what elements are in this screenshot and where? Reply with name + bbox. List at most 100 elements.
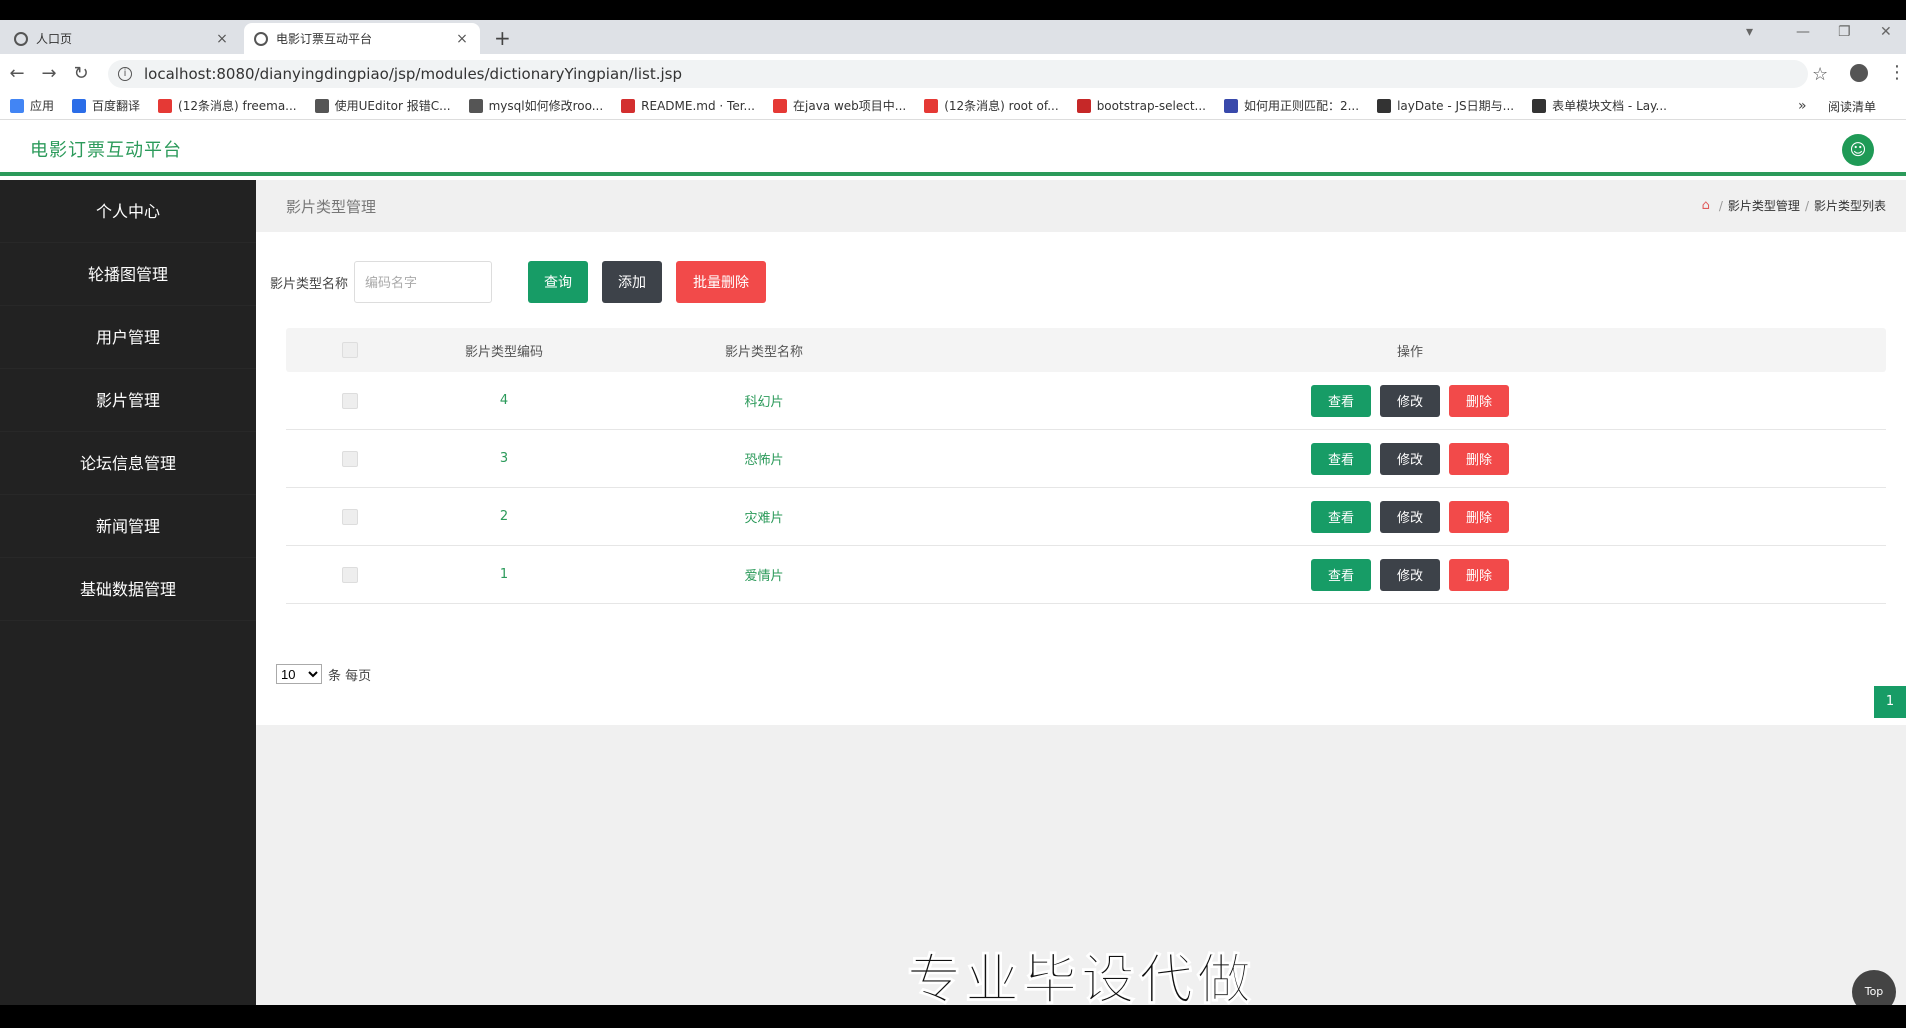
profile-dropdown-icon[interactable]: ▾ [1746, 24, 1753, 40]
edit-button[interactable]: 修改 [1380, 384, 1440, 417]
view-button[interactable]: 查看 [1311, 384, 1371, 417]
bookmark-label: (12条消息) freema... [178, 99, 297, 113]
row-checkbox[interactable] [342, 392, 358, 409]
address-bar-row: ← → ↻ i localhost:8080/dianyingdingpiao/… [0, 54, 1906, 92]
table-row: 1 爱情片 查看 修改 删除 [286, 546, 1886, 604]
actions-cell: 查看 修改 删除 [934, 558, 1886, 591]
bookmark-item[interactable]: 如何用正则匹配：2... [1223, 97, 1360, 114]
url-field[interactable]: i localhost:8080/dianyingdingpiao/jsp/mo… [108, 60, 1808, 88]
add-button[interactable]: 添加 [602, 261, 663, 303]
delete-button[interactable]: 删除 [1449, 500, 1509, 533]
bookmark-star-icon[interactable]: ☆ [1812, 64, 1828, 85]
edit-button[interactable]: 修改 [1380, 442, 1440, 475]
batch-delete-button[interactable]: 批量删除 [676, 261, 767, 303]
window-close-icon[interactable]: ✕ [1880, 24, 1892, 40]
type-code-cell: 2 [499, 509, 509, 524]
forward-icon[interactable]: → [34, 63, 64, 84]
bookmark-label: 如何用正则匹配：2... [1243, 99, 1360, 113]
bookmark-favicon-icon [1076, 98, 1091, 113]
reload-icon[interactable]: ↻ [66, 63, 96, 84]
row-checkbox[interactable] [342, 566, 358, 583]
url-text: localhost:8080/dianyingdingpiao/jsp/modu… [144, 65, 683, 83]
content-panel: 影片类型管理 ⌂ / 影片类型管理 / 影片类型列表 影片类型名称 查询 添加 … [256, 180, 1906, 725]
view-button[interactable]: 查看 [1311, 558, 1371, 591]
back-icon[interactable]: ← [2, 63, 32, 84]
info-icon[interactable]: i [118, 67, 132, 81]
bookmark-item[interactable]: 应用 [10, 97, 54, 114]
query-button[interactable]: 查询 [528, 261, 589, 303]
bookmark-item[interactable]: bootstrap-select... [1076, 98, 1206, 113]
bookmark-favicon-icon [468, 98, 483, 113]
bookmark-favicon-icon [10, 98, 24, 113]
sidebar-item[interactable]: 影片管理 [0, 369, 256, 432]
close-icon[interactable]: × [454, 31, 470, 47]
sidebar-item[interactable]: 个人中心 [0, 180, 256, 243]
sidebar-item[interactable]: 用户管理 [0, 306, 256, 369]
search-label: 影片类型名称 [270, 276, 349, 292]
delete-button[interactable]: 删除 [1449, 384, 1509, 417]
type-name-cell: 灾难片 [744, 511, 784, 526]
page-size-select[interactable]: 10 [276, 664, 322, 684]
breadcrumb-bar: 影片类型管理 ⌂ / 影片类型管理 / 影片类型列表 [256, 180, 1906, 232]
menu-kebab-icon[interactable]: ⋮ [1888, 62, 1906, 83]
app-header: 电影订票互动平台 ☺ [0, 120, 1906, 176]
type-name-cell: 恐怖片 [744, 453, 784, 468]
bookmark-item[interactable]: 使用UEditor 报错C... [314, 97, 451, 114]
row-checkbox[interactable] [342, 450, 358, 467]
actions-cell: 查看 修改 删除 [934, 442, 1886, 475]
row-checkbox-cell [286, 392, 414, 409]
view-button[interactable]: 查看 [1311, 442, 1371, 475]
home-icon[interactable]: ⌂ [1702, 198, 1710, 213]
bookmark-item[interactable]: 表单模块文档 - Lay... [1532, 97, 1667, 114]
select-all-checkbox[interactable] [342, 342, 358, 358]
page-number-button[interactable]: 1 [1874, 686, 1906, 718]
restore-icon[interactable]: ❐ [1838, 24, 1851, 40]
search-input[interactable] [354, 261, 493, 303]
tab-title: 人口页 [36, 32, 73, 46]
bookmark-item[interactable]: 在java web项目中... [773, 97, 906, 114]
sidebar-item[interactable]: 轮播图管理 [0, 243, 256, 306]
user-avatar-icon[interactable]: ☺ [1842, 134, 1874, 166]
search-form: 影片类型名称 查询 添加 批量删除 [270, 260, 767, 304]
bookmark-item[interactable]: README.md · Ter... [621, 98, 755, 113]
type-table: 影片类型编码 影片类型名称 操作 4 科幻片 查看 修改 删除 3 恐怖片 查看 修改 删除 2 灾难… [286, 328, 1886, 604]
bookmark-favicon-icon [158, 98, 173, 113]
row-checkbox[interactable] [342, 508, 358, 525]
tab-strip: 人口页 × 电影订票互动平台 × + ▾ — ❐ ✕ [0, 20, 1906, 54]
browser-tab-1[interactable]: 电影订票互动平台 × [244, 23, 480, 54]
actions-cell: 查看 修改 删除 [934, 500, 1886, 533]
row-checkbox-cell [286, 508, 414, 525]
edit-button[interactable]: 修改 [1380, 558, 1440, 591]
row-checkbox-cell [286, 450, 414, 467]
view-button[interactable]: 查看 [1311, 500, 1371, 533]
minimize-icon[interactable]: — [1796, 24, 1810, 40]
bookmark-item[interactable]: mysql如何修改roo... [468, 97, 603, 114]
bookmark-item[interactable]: (12条消息) root of... [924, 97, 1059, 114]
bookmark-item[interactable]: layDate - JS日期与... [1377, 97, 1514, 114]
sidebar-item[interactable]: 新闻管理 [0, 495, 256, 558]
globe-icon [254, 31, 268, 46]
delete-button[interactable]: 删除 [1449, 558, 1509, 591]
breadcrumb-separator: / [1718, 198, 1723, 213]
delete-button[interactable]: 删除 [1449, 442, 1509, 475]
breadcrumb-item-type-management[interactable]: 影片类型管理 [1728, 197, 1800, 214]
bookmark-label: (12条消息) root of... [944, 99, 1059, 113]
bookmark-label: 在java web项目中... [793, 99, 907, 113]
table-header: 影片类型编码 影片类型名称 操作 [286, 328, 1886, 372]
new-tab-button[interactable]: + [494, 26, 511, 50]
sidebar-item[interactable]: 基础数据管理 [0, 558, 256, 621]
bookmark-item[interactable]: 百度翻译 [72, 97, 140, 114]
bookmark-favicon-icon [621, 98, 636, 113]
sidebar-item[interactable]: 论坛信息管理 [0, 432, 256, 495]
close-icon[interactable]: × [214, 31, 230, 47]
page-size-control: 10 条 每页 [276, 664, 371, 684]
reading-list-button[interactable]: 阅读清单 [1828, 98, 1876, 115]
edit-button[interactable]: 修改 [1380, 500, 1440, 533]
breadcrumb: ⌂ / 影片类型管理 / 影片类型列表 [1702, 197, 1886, 214]
browser-tab-0[interactable]: 人口页 × [4, 23, 240, 54]
actions-cell: 查看 修改 删除 [934, 384, 1886, 417]
bookmark-item[interactable]: (12条消息) freema... [158, 97, 297, 114]
profile-icon[interactable] [1850, 64, 1868, 82]
header-actions: 操作 [1396, 344, 1423, 360]
bookmarks-overflow-icon[interactable]: » [1798, 98, 1807, 114]
